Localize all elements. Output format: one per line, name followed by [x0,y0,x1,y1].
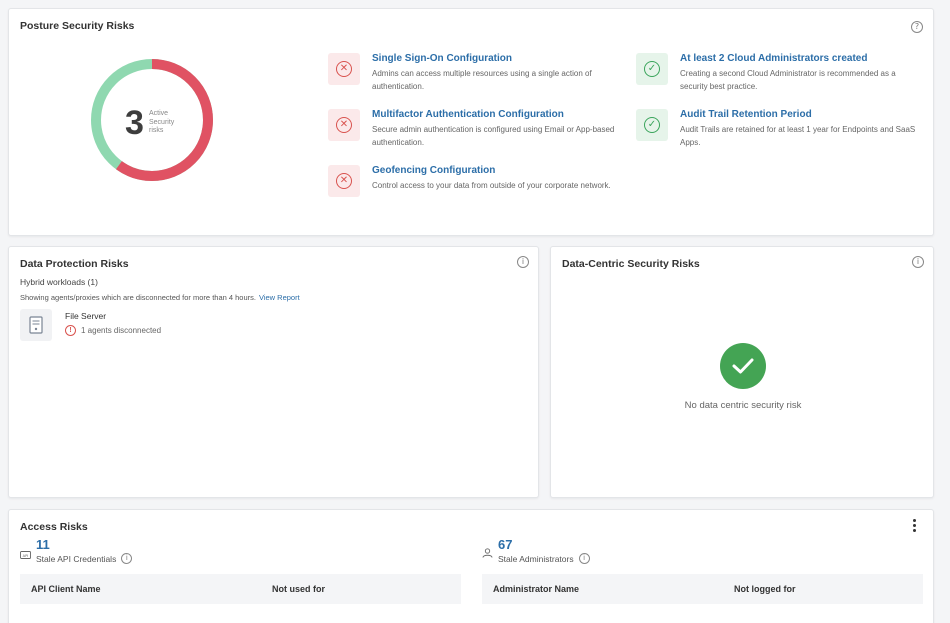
info-icon[interactable]: i [517,256,529,268]
risk-description: Creating a second Cloud Administrator is… [680,69,896,91]
admin-user-icon [482,545,493,563]
file-server-icon [20,309,52,341]
success-check-icon [720,343,766,389]
column-administrator-name[interactable]: Administrator Name [493,584,579,594]
api-key-icon: API [20,546,31,564]
risk-description: Audit Trails are retained for at least 1… [680,125,916,147]
agent-status: ! 1 agents disconnected [65,325,161,336]
file-server-name: File Server [65,311,107,321]
info-icon[interactable]: i [912,256,924,268]
risk-title-link[interactable]: Audit Trail Retention Period [680,109,812,120]
info-icon[interactable]: i [578,553,590,564]
stale-admins-label: Stale Administrators i [498,553,590,564]
active-risk-count: 3 [125,104,144,142]
active-risk-label: Active Security risks [149,110,175,134]
error-icon: ✕ [328,109,360,141]
stale-api-label-text: Stale API Credentials [36,553,117,564]
admin-table-header: Administrator Name Not logged for [482,574,923,604]
api-table-header: API Client Name Not used for [20,574,461,604]
data-protection-risks-card: Data Protection Risks i Hybrid workloads… [8,246,539,498]
hybrid-workloads-label: Hybrid workloads (1) [20,277,98,287]
stale-api-count[interactable]: 11 [36,537,50,552]
access-risks-card: Access Risks API 11 Stale API Credential… [8,509,934,623]
agent-status-text: 1 agents disconnected [81,326,162,335]
warning-icon: ! [65,325,76,336]
risk-title-link[interactable]: Single Sign-On Configuration [372,53,512,64]
column-not-used-for[interactable]: Not used for [272,584,325,594]
access-title: Access Risks [20,521,88,533]
no-risk-message: No data centric security risk [684,400,802,411]
svg-text:API: API [23,554,29,558]
check-icon: ✓ [636,53,668,85]
error-icon: ✕ [328,53,360,85]
stale-admins-label-text: Stale Administrators [498,553,574,564]
risk-title-link[interactable]: Multifactor Authentication Configuration [372,109,564,120]
column-api-client-name[interactable]: API Client Name [31,584,101,594]
info-icon[interactable]: i [121,553,133,564]
posture-title: Posture Security Risks [20,20,135,32]
data-centric-title: Data-Centric Security Risks [562,258,700,270]
column-not-logged-for[interactable]: Not logged for [734,584,796,594]
data-protection-title: Data Protection Risks [20,258,129,270]
risk-description: Control access to your data from outside… [372,181,611,190]
disconnected-note: Showing agents/proxies which are disconn… [20,293,300,302]
more-options-icon[interactable] [913,519,917,532]
note-text: Showing agents/proxies which are disconn… [20,293,256,302]
risk-description: Secure admin authentication is configure… [372,125,615,147]
posture-security-risks-card: Posture Security Risks ? 3 Active Securi… [8,8,934,236]
error-icon: ✕ [328,165,360,197]
stale-admins-count[interactable]: 67 [498,537,512,552]
check-icon: ✓ [636,109,668,141]
stale-api-label: Stale API Credentials i [36,553,133,564]
risk-title-link[interactable]: At least 2 Cloud Administrators created [680,53,867,64]
risk-title-link[interactable]: Geofencing Configuration [372,165,495,176]
question-icon[interactable]: ? [911,21,923,33]
risk-description: Admins can access multiple resources usi… [372,69,592,91]
view-report-link[interactable]: View Report [259,293,300,302]
data-centric-risks-card: Data-Centric Security Risks i No data ce… [550,246,934,498]
